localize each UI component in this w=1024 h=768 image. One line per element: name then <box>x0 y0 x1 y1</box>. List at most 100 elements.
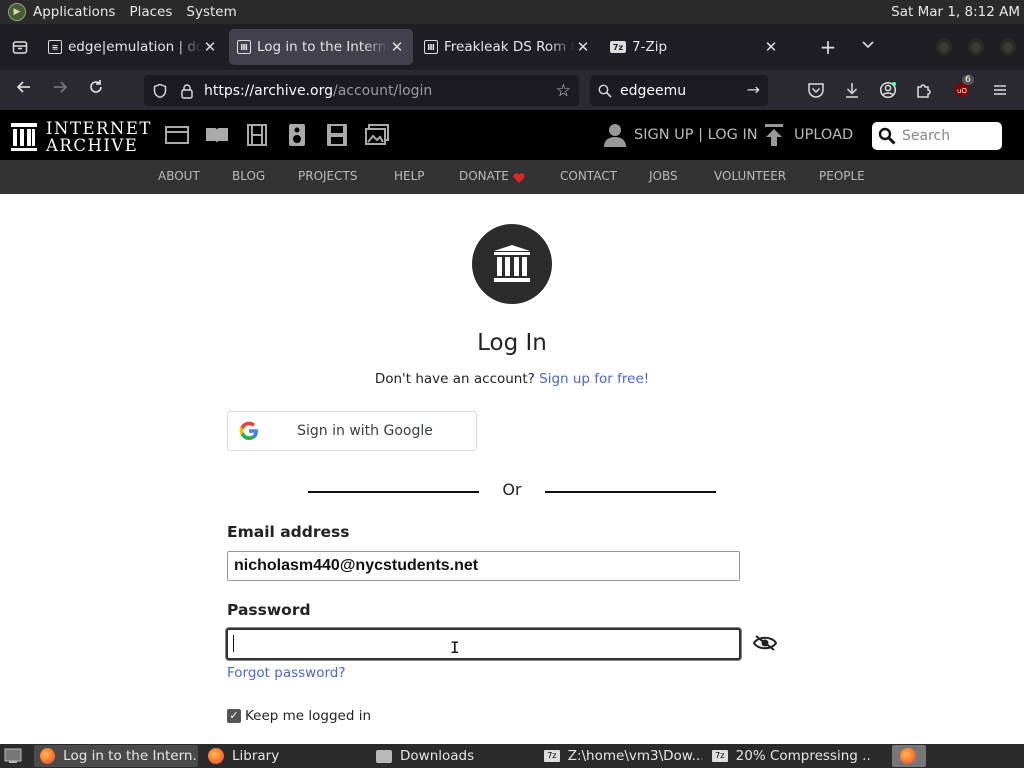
taskbar-item-archive-login[interactable]: Log in to the Intern... <box>34 745 198 767</box>
clock[interactable]: Sat Mar 1, 8:12 AM <box>891 0 1020 24</box>
tab-7zip[interactable]: 7z 7-Zip ✕ <box>602 29 787 65</box>
tab-close-icon[interactable]: ✕ <box>389 38 405 56</box>
images-icon[interactable] <box>365 124 389 146</box>
nav-volunteer[interactable]: VOLUNTEER <box>714 169 786 183</box>
audio-speaker-icon[interactable] <box>285 124 309 146</box>
tab-title: Log in to the Internet A <box>257 39 389 55</box>
tab-edgeemulation[interactable]: ≡ edge|emulation | down ✕ <box>40 29 226 65</box>
nav-contact[interactable]: CONTACT <box>560 169 617 183</box>
workspace-switcher[interactable] <box>892 745 926 767</box>
tab-close-icon[interactable]: ✕ <box>575 38 591 56</box>
applications-logo-icon[interactable]: ▶ <box>8 3 26 21</box>
url-path: /account/login <box>332 82 433 99</box>
nav-projects[interactable]: PROJECTS <box>298 169 357 183</box>
archive-building-icon <box>11 123 37 151</box>
search-query[interactable]: edgeemu <box>620 83 686 99</box>
upload-arrow-icon <box>765 124 783 146</box>
navigation-toolbar: https://archive.org/account/login ☆ edge… <box>0 70 1024 110</box>
sign-in-with-google-button[interactable]: Sign in with Google <box>227 411 477 451</box>
text-caret <box>233 635 234 652</box>
extensions-button[interactable] <box>914 80 934 100</box>
search-icon <box>878 127 896 145</box>
signup-login-link[interactable]: SIGN UP | LOG IN <box>604 122 758 148</box>
nav-help[interactable]: HELP <box>394 169 425 183</box>
minimize-button[interactable] <box>936 39 952 55</box>
chevron-down-icon <box>862 41 874 49</box>
url-text[interactable]: https://archive.org/account/login <box>204 83 432 99</box>
google-button-label: Sign in with Google <box>297 423 433 439</box>
ia-logo[interactable]: INTERNET ARCHIVE <box>10 120 152 154</box>
upload-link[interactable]: UPLOAD <box>764 122 853 148</box>
firefox-view-icon <box>12 41 28 54</box>
archive-building-icon <box>494 245 530 282</box>
url-domain: https://archive.org <box>204 82 333 99</box>
tab-freakleak[interactable]: Ⅲ Freakleak DS Rom Coll ✕ <box>416 29 599 65</box>
new-tab-button[interactable]: + <box>818 32 838 62</box>
reload-icon <box>90 80 102 93</box>
downloads-button[interactable] <box>842 80 862 100</box>
list-all-tabs-button[interactable] <box>858 32 878 62</box>
taskbar-item-title: 20% Compressing ... <box>735 748 872 764</box>
maximize-button[interactable] <box>968 39 984 55</box>
keep-logged-in-label[interactable]: Keep me logged in <box>245 708 371 724</box>
taskbar-item-library[interactable]: Library <box>202 745 362 767</box>
back-button[interactable] <box>12 78 36 102</box>
tab-close-icon[interactable]: ✕ <box>763 38 779 56</box>
web-archive-icon[interactable] <box>165 124 189 146</box>
bookmark-star-icon[interactable]: ☆ <box>556 81 571 101</box>
search-icon <box>598 84 612 98</box>
arrow-right-icon <box>54 81 68 93</box>
taskbar-item-title: Library <box>232 748 280 764</box>
pocket-icon <box>808 83 824 98</box>
show-desktop-button[interactable] <box>2 745 24 767</box>
download-icon <box>846 83 858 98</box>
nav-donate[interactable]: DONATE <box>459 169 509 183</box>
forgot-password-link[interactable]: Forgot password? <box>227 665 346 681</box>
texts-book-icon[interactable] <box>205 124 229 146</box>
nav-jobs[interactable]: JOBS <box>649 169 678 183</box>
app-menu-button[interactable] <box>990 80 1010 100</box>
pocket-button[interactable] <box>806 80 826 100</box>
taskbar: Log in to the Intern... Library Download… <box>0 744 1024 768</box>
forward-button[interactable] <box>48 78 72 102</box>
taskbar-item-7zip-compressing[interactable]: 7z 20% Compressing ... <box>706 745 872 767</box>
email-label: Email address <box>227 523 350 541</box>
account-button[interactable] <box>878 80 898 100</box>
places-menu[interactable]: Places <box>122 0 179 24</box>
tracking-protection-shield-icon[interactable] <box>152 83 168 99</box>
keep-logged-in-checkbox[interactable]: ✓ <box>227 709 241 723</box>
upload-text: UPLOAD <box>794 127 854 143</box>
signup-login-text: SIGN UP | LOG IN <box>634 127 758 143</box>
password-field[interactable] <box>226 628 741 660</box>
reload-button[interactable] <box>84 78 108 102</box>
taskbar-item-7zip-folder[interactable]: 7z Z:\home\vm3\Dow... <box>538 745 702 767</box>
arrow-left-icon <box>16 81 30 93</box>
system-menu[interactable]: System <box>179 0 243 24</box>
folder-icon <box>376 749 392 763</box>
taskbar-item-downloads[interactable]: Downloads <box>370 745 532 767</box>
signup-free-link[interactable]: Sign up for free! <box>539 371 649 387</box>
email-field[interactable] <box>227 551 740 581</box>
search-bar[interactable]: edgeemu → <box>590 75 768 106</box>
tab-close-icon[interactable]: ✕ <box>202 38 218 56</box>
video-film-icon[interactable] <box>245 124 269 146</box>
or-separator: Or <box>502 480 522 499</box>
tab-archive-login[interactable]: Ⅲ Log in to the Internet A ✕ <box>229 29 413 65</box>
7zip-icon: 7z <box>712 750 728 762</box>
nav-people[interactable]: PEOPLE <box>819 169 865 183</box>
url-bar[interactable]: https://archive.org/account/login ☆ <box>144 75 579 106</box>
nav-about[interactable]: ABOUT <box>158 169 200 183</box>
software-floppy-icon[interactable] <box>325 124 349 146</box>
firefox-view-button[interactable] <box>0 24 40 70</box>
document-icon: ≡ <box>48 40 62 54</box>
ia-search-box[interactable]: Search <box>872 122 1002 150</box>
lock-icon[interactable] <box>180 83 194 99</box>
close-window-button[interactable] <box>1000 39 1016 55</box>
ublock-origin-button[interactable]: uO 6 <box>952 75 974 100</box>
search-go-arrow-icon[interactable]: → <box>747 80 760 99</box>
page-title: Log In <box>477 330 547 356</box>
user-silhouette-icon <box>604 124 626 147</box>
nav-blog[interactable]: BLOG <box>232 169 265 183</box>
applications-menu[interactable]: Applications <box>26 0 122 24</box>
eye-slash-icon[interactable] <box>752 633 778 653</box>
